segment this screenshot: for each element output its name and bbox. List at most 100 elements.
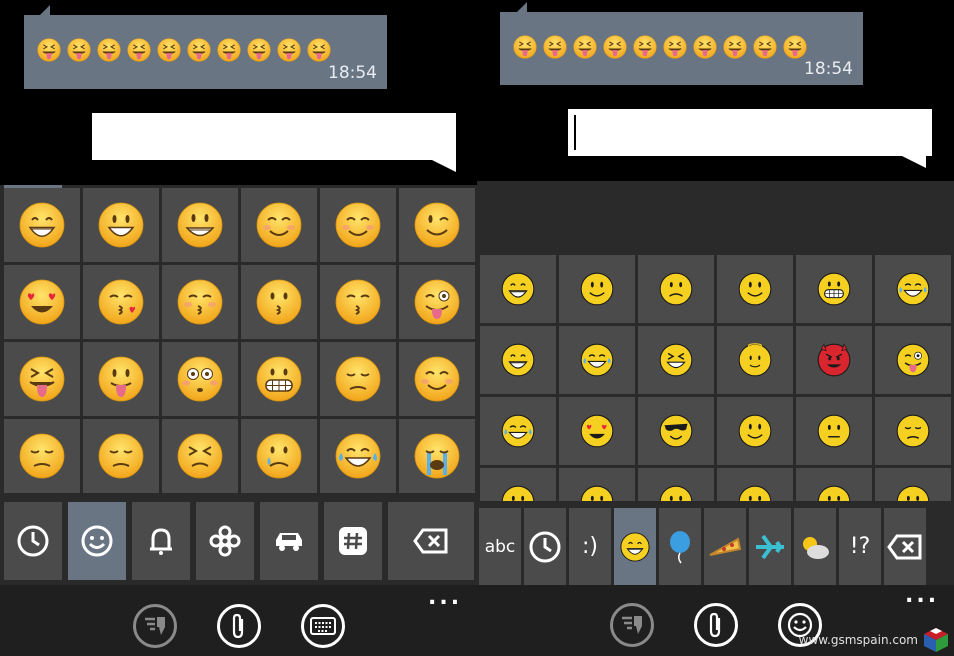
keyboard-button[interactable] (301, 604, 345, 648)
emoji-key-grimace-face[interactable] (796, 255, 872, 323)
category-symbols-button[interactable]: !? (839, 508, 881, 585)
emoji-key-neutral-face[interactable] (796, 397, 872, 465)
emoji-key-disappointed-face[interactable] (83, 419, 159, 493)
message-emoji-row (512, 34, 808, 60)
emoji-key-partial-face[interactable] (559, 468, 635, 501)
category-smiley-button[interactable] (614, 508, 656, 585)
emoji-key-slight-smile-face[interactable] (717, 255, 793, 323)
hash-icon (336, 524, 370, 558)
emoji-key-kissing-closed-eyes-face[interactable] (162, 265, 238, 339)
app-bar: ... (0, 585, 477, 656)
emoji-key-relieved-face[interactable] (399, 342, 475, 416)
emoji-key-stuck-out-tongue-face[interactable] (83, 342, 159, 416)
voice-button[interactable] (610, 603, 654, 647)
smiley-icon (619, 531, 651, 563)
category-backspace-button[interactable] (884, 508, 926, 585)
partial-face-icon (816, 484, 852, 501)
category-car-button[interactable] (260, 502, 318, 580)
category-hash-button[interactable] (324, 502, 382, 580)
category-airplane-button[interactable] (749, 508, 791, 585)
voice-icon (620, 614, 644, 636)
emoji-key-smile-face[interactable] (559, 255, 635, 323)
more-menu-button[interactable]: ... (905, 583, 939, 608)
text-caret (574, 115, 576, 150)
emoji-key-stuck-out-tongue-winking-face[interactable] (399, 265, 475, 339)
emoji-key-sunglasses-face[interactable] (638, 397, 714, 465)
emoji-key-laugh-tears-face[interactable] (875, 255, 951, 323)
category-smiley-button[interactable] (68, 502, 126, 580)
emoji-key-kissing-smiling-eyes-face[interactable] (320, 265, 396, 339)
category-pizza-button[interactable] (704, 508, 746, 585)
angel-face-icon (737, 342, 773, 378)
laugh-tears-face-icon (895, 271, 931, 307)
emoji-key-smiley-face[interactable] (83, 188, 159, 262)
emoji-key-partial-face[interactable] (717, 468, 793, 501)
category-clock-button[interactable] (524, 508, 566, 585)
emoji-key-heart-eyes-face[interactable] (559, 397, 635, 465)
emoji-key-flushed-face[interactable] (162, 342, 238, 416)
squinting-tongue-face-icon (186, 37, 212, 63)
emoji-key-partial-face[interactable] (480, 468, 556, 501)
squinting-tongue-face-icon (722, 34, 748, 60)
emoji-key-devil-face[interactable] (796, 326, 872, 394)
attach-button[interactable] (217, 604, 261, 648)
sob-face-icon (412, 431, 462, 481)
category-emoticon-text-button[interactable]: :) (569, 508, 611, 585)
emoji-key-partial-face[interactable] (875, 468, 951, 501)
emoji-key-heart-eyes-face[interactable] (4, 265, 80, 339)
emoji-key-rofl-face[interactable] (480, 397, 556, 465)
attach-button[interactable] (694, 603, 738, 647)
laugh-face-icon (500, 342, 536, 378)
voice-button[interactable] (133, 604, 177, 648)
message-input[interactable] (568, 109, 932, 156)
emoji-key-stuck-out-tongue-closed-eyes-face[interactable] (4, 342, 80, 416)
message-input[interactable] (92, 113, 456, 160)
emoji-key-pensive-face[interactable] (320, 342, 396, 416)
squinting-tongue-face-icon (542, 34, 568, 60)
emoji-key-laugh-face[interactable] (480, 326, 556, 394)
text-mode-icon: abc (484, 536, 516, 557)
emoji-key-tongue-face[interactable] (875, 326, 951, 394)
wink-face-icon (412, 200, 462, 250)
category-balloon-button[interactable] (659, 508, 701, 585)
emoji-key-blush-face[interactable] (241, 188, 317, 262)
squinting-tongue-face-icon (36, 37, 62, 63)
emoji-key-relaxed-face[interactable] (320, 188, 396, 262)
cry-face-icon (254, 431, 304, 481)
annoyed-face-icon (895, 413, 931, 449)
category-clock-button[interactable] (4, 502, 62, 580)
emoji-category-bar (4, 502, 474, 580)
emoji-key-cry-face[interactable] (241, 419, 317, 493)
emoji-key-kissing-heart-face[interactable] (83, 265, 159, 339)
attach-icon (231, 613, 247, 639)
emoji-key-partial-face[interactable] (638, 468, 714, 501)
emoji-key-annoyed-face[interactable] (875, 397, 951, 465)
emoji-key-grinning-smiling-eyes-face[interactable] (4, 188, 80, 262)
emoji-key-partial-face[interactable] (796, 468, 872, 501)
emoji-key-joy-face[interactable] (320, 419, 396, 493)
emoji-key-grinning-face[interactable] (162, 188, 238, 262)
emoji-key-kissing-face[interactable] (241, 265, 317, 339)
emoji-key-unamused-face[interactable] (4, 419, 80, 493)
category-weather-button[interactable] (794, 508, 836, 585)
left-phone-screen: 18:54 ... (0, 0, 477, 656)
emoji-key-persevere-face[interactable] (162, 419, 238, 493)
emoji-key-frown-face[interactable] (638, 255, 714, 323)
right-phone-screen: 18:54 abc:)!? ... www.gsmspain.com (477, 0, 954, 656)
emoji-key-sob-face[interactable] (399, 419, 475, 493)
category-flower-button[interactable] (196, 502, 254, 580)
emoji-key-smirk-face[interactable] (717, 397, 793, 465)
category-text-mode-button[interactable]: abc (479, 508, 521, 585)
emoji-key-grimacing-face[interactable] (241, 342, 317, 416)
message-bubble: 18:54 (24, 15, 387, 89)
more-menu-button[interactable]: ... (428, 585, 462, 610)
emoji-key-grin-face[interactable] (480, 255, 556, 323)
emoji-key-squint-laugh-face[interactable] (638, 326, 714, 394)
squinting-tongue-face-icon (692, 34, 718, 60)
emoji-key-wink-face[interactable] (399, 188, 475, 262)
category-bell-button[interactable] (132, 502, 190, 580)
category-backspace-button[interactable] (388, 502, 474, 580)
bell-icon (144, 524, 178, 558)
emoji-key-tears-of-joy-face[interactable] (559, 326, 635, 394)
emoji-key-angel-face[interactable] (717, 326, 793, 394)
